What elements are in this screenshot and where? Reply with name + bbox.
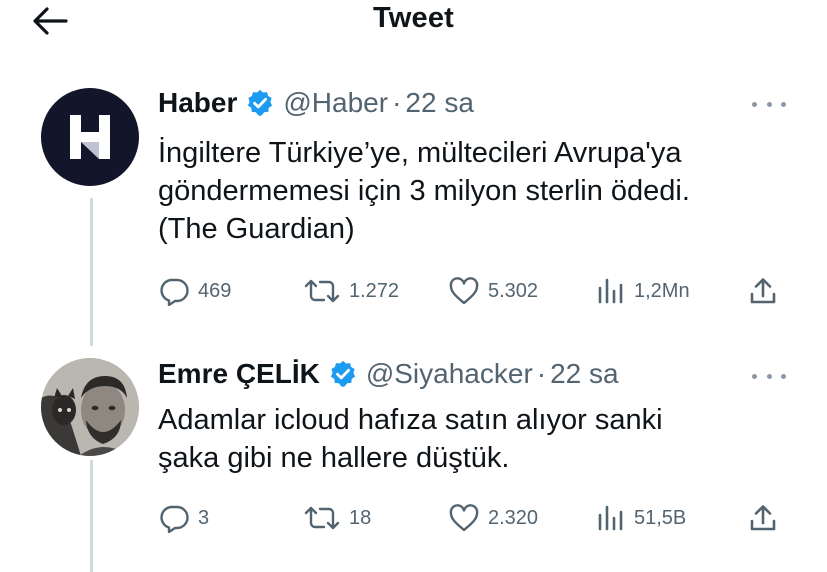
- reply-count: 469: [198, 279, 232, 302]
- reply-icon: [160, 505, 189, 533]
- views-icon: [598, 505, 623, 531]
- views-count: 51,5B: [634, 506, 687, 529]
- share-icon: [750, 505, 776, 531]
- author-name[interactable]: Emre ÇELİK: [158, 358, 320, 390]
- share-icon: [750, 278, 776, 304]
- retweet-count: 1.272: [349, 279, 400, 302]
- like-count: 2.320: [488, 506, 539, 529]
- more-horizontal-icon: [752, 373, 757, 379]
- author-handle[interactable]: @Siyahacker: [366, 358, 533, 390]
- like-button[interactable]: 5.302: [448, 276, 538, 306]
- tweet-text-line: (The Guardian): [158, 213, 355, 245]
- tweet-emre[interactable]: Emre ÇELİK @Siyahacker · 22 sa Adamlar i…: [0, 330, 827, 572]
- like-button[interactable]: 2.320: [448, 503, 538, 533]
- tweet-text-line: şaka gibi ne hallere düştük.: [158, 442, 510, 474]
- retweet-button[interactable]: 1.272: [303, 276, 399, 306]
- verified-badge-icon: [328, 359, 358, 389]
- tweet-text: Adamlar icloud hafıza satın alıyor sanki…: [158, 401, 798, 477]
- more-horizontal-icon: [752, 101, 757, 107]
- reply-button[interactable]: 3: [158, 503, 209, 533]
- separator: ·: [392, 87, 402, 118]
- tweet-text-line: Adamlar icloud hafıza satın alıyor sanki: [158, 404, 663, 436]
- tweet-text: İngiltere Türkiye’ye, mültecileri Avrupa…: [158, 134, 798, 248]
- share-button[interactable]: [748, 276, 778, 306]
- reply-button[interactable]: 469: [158, 276, 231, 306]
- views-button[interactable]: 1,2Mn: [596, 276, 690, 306]
- haber-logo-icon: [70, 115, 110, 159]
- timestamp[interactable]: 22 sa: [550, 358, 619, 390]
- verified-badge-icon: [245, 88, 275, 118]
- tweet-actions: 469 1.272 5.302 1,2Mn: [158, 276, 788, 306]
- profile-photo: [41, 358, 139, 456]
- tweet-actions: 3 18 2.320 51,5B: [158, 503, 788, 533]
- tweet-text-line: İngiltere Türkiye’ye, mültecileri Avrupa…: [158, 137, 682, 169]
- like-count: 5.302: [488, 279, 539, 302]
- retweet-count: 18: [349, 506, 372, 529]
- more-options-button[interactable]: [752, 369, 786, 383]
- heart-icon: [449, 504, 479, 532]
- views-button[interactable]: 51,5B: [596, 503, 686, 533]
- share-button[interactable]: [748, 503, 778, 533]
- views-icon: [598, 278, 623, 304]
- author-handle[interactable]: @Haber: [283, 87, 388, 119]
- author-name[interactable]: Haber: [158, 87, 237, 119]
- tweet-header: Haber @Haber · 22 sa: [158, 86, 474, 120]
- separator: ·: [536, 358, 547, 389]
- tweet-haber[interactable]: Haber @Haber · 22 sa İngiltere Türkiye’y…: [0, 0, 827, 330]
- avatar[interactable]: [41, 358, 139, 456]
- heart-icon: [449, 277, 479, 305]
- more-options-button[interactable]: [752, 97, 786, 111]
- avatar[interactable]: [41, 88, 139, 186]
- retweet-icon: [304, 506, 340, 530]
- tweet-text-line: göndermemesi için 3 milyon sterlin ödedi…: [158, 175, 690, 207]
- reply-count: 3: [198, 506, 210, 529]
- tweet-header: Emre ÇELİK @Siyahacker · 22 sa: [158, 357, 619, 391]
- reply-icon: [160, 278, 189, 306]
- retweet-button[interactable]: 18: [303, 503, 371, 533]
- timestamp[interactable]: 22 sa: [405, 87, 474, 119]
- views-count: 1,2Mn: [634, 279, 690, 302]
- retweet-icon: [304, 279, 340, 303]
